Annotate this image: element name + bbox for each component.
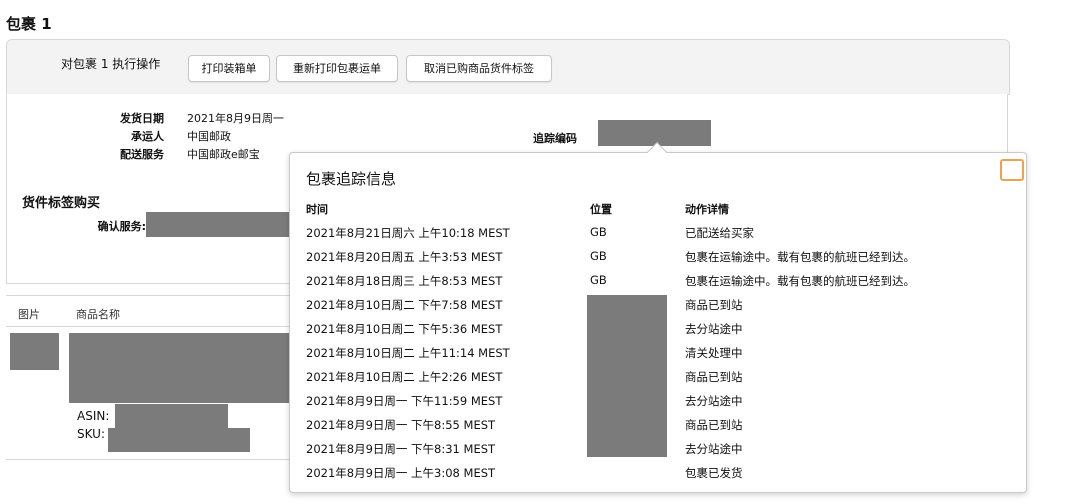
event-detail: 已配送给买家 (685, 226, 754, 240)
event-detail: 去分站途中 (685, 394, 743, 408)
tracking-code-label: 追踪编码 (533, 132, 577, 145)
carrier-value: 中国邮政 (187, 130, 231, 143)
event-time: 2021年8月18日周三 上午8:53 MEST (306, 274, 503, 288)
tracking-row: 2021年8月10日周二 下午7:58 MEST 商品已到站 (290, 297, 1020, 321)
print-packing-slip-button[interactable]: 打印装箱单 (188, 55, 270, 82)
event-detail: 商品已到站 (685, 418, 743, 432)
event-detail: 清关处理中 (685, 346, 743, 360)
col-location-header: 位置 (590, 203, 612, 216)
event-location: GB (590, 249, 607, 263)
cancel-label-button[interactable]: 取消已购商品货件标签 (406, 55, 552, 82)
tracking-popover: 包裹追踪信息 时间 位置 动作详情 2021年8月21日周六 上午10:18 M… (289, 152, 1027, 493)
event-time: 2021年8月10日周二 上午2:26 MEST (306, 370, 503, 384)
event-detail: 包裹在运输途中。载有包裹的航班已经到达。 (685, 274, 915, 288)
col-name-header: 商品名称 (76, 308, 120, 321)
event-detail: 包裹已发货 (685, 466, 743, 480)
tracking-row: 2021年8月10日周二 上午11:14 MEST 清关处理中 (290, 345, 1020, 369)
close-popover-button[interactable] (1000, 159, 1024, 181)
service-label: 配送服务 (120, 148, 164, 161)
confirm-service-label: 确认服务: (97, 220, 146, 233)
tracking-row: 2021年8月18日周三 上午8:53 MEST GB 包裹在运输途中。载有包裹… (290, 273, 1020, 297)
event-time: 2021年8月9日周一 上午3:08 MEST (306, 466, 496, 480)
event-time: 2021年8月10日周二 下午5:36 MEST (306, 322, 503, 336)
event-time: 2021年8月9日周一 下午8:31 MEST (306, 442, 496, 456)
tracking-row: 2021年8月10日周二 下午5:36 MEST 去分站途中 (290, 321, 1020, 345)
confirm-service-redacted (146, 212, 291, 237)
product-image-redacted (10, 333, 59, 370)
service-value: 中国邮政e邮宝 (187, 148, 260, 161)
event-detail: 去分站途中 (685, 322, 743, 336)
event-time: 2021年8月10日周二 下午7:58 MEST (306, 298, 503, 312)
event-time: 2021年8月9日周一 下午8:55 MEST (306, 418, 496, 432)
ship-date-label: 发货日期 (120, 112, 164, 125)
event-time: 2021年8月20日周五 上午3:53 MEST (306, 250, 503, 264)
asin-label: ASIN: (77, 409, 110, 423)
label-purchase-title: 货件标签购买 (22, 196, 101, 211)
tracking-row: 2021年8月9日周一 下午8:55 MEST 商品已到站 (290, 417, 1020, 441)
tracking-row: 2021年8月9日周一 下午11:59 MEST 去分站途中 (290, 393, 1020, 417)
package-actions-bar: 对包裹 1 执行操作 打印装箱单 重新打印包裹运单 取消已购商品货件标签 (6, 39, 1010, 95)
reprint-label-button[interactable]: 重新打印包裹运单 (276, 55, 398, 82)
tracking-row: 2021年8月21日周六 上午10:18 MEST GB 已配送给买家 (290, 225, 1020, 249)
col-detail-header: 动作详情 (685, 203, 729, 216)
tracking-row: 2021年8月9日周一 下午8:31 MEST 去分站途中 (290, 441, 1020, 465)
col-time-header: 时间 (306, 203, 328, 216)
ship-date-value: 2021年8月9日周一 (187, 112, 284, 125)
event-detail: 去分站途中 (685, 442, 743, 456)
tracking-row: 2021年8月20日周五 上午3:53 MEST GB 包裹在运输途中。载有包裹… (290, 249, 1020, 273)
event-detail: 商品已到站 (685, 298, 743, 312)
asin-redacted (115, 404, 228, 429)
event-location: GB (590, 273, 607, 287)
event-time: 2021年8月9日周一 下午11:59 MEST (306, 394, 503, 408)
carrier-label: 承运人 (131, 130, 164, 143)
event-detail: 商品已到站 (685, 370, 743, 384)
tracking-row: 2021年8月10日周二 上午2:26 MEST 商品已到站 (290, 369, 1020, 393)
popover-title: 包裹追踪信息 (306, 170, 397, 188)
event-detail: 包裹在运输途中。载有包裹的航班已经到达。 (685, 250, 915, 264)
sku-redacted (108, 428, 250, 452)
tracking-row: 2021年8月9日周一 上午3:08 MEST 包裹已发货 (290, 465, 1020, 489)
sku-label: SKU: (77, 427, 105, 441)
event-time: 2021年8月10日周二 上午11:14 MEST (306, 346, 510, 360)
table-bottom-divider (6, 459, 306, 460)
product-name-redacted[interactable] (69, 333, 291, 403)
event-location: GB (590, 225, 607, 239)
tracking-code-redacted (598, 120, 711, 146)
event-time: 2021年8月21日周六 上午10:18 MEST (306, 226, 510, 240)
page-title: 包裹 1 (6, 15, 52, 33)
col-image-header: 图片 (18, 308, 40, 321)
actions-label: 对包裹 1 执行操作 (61, 57, 161, 71)
